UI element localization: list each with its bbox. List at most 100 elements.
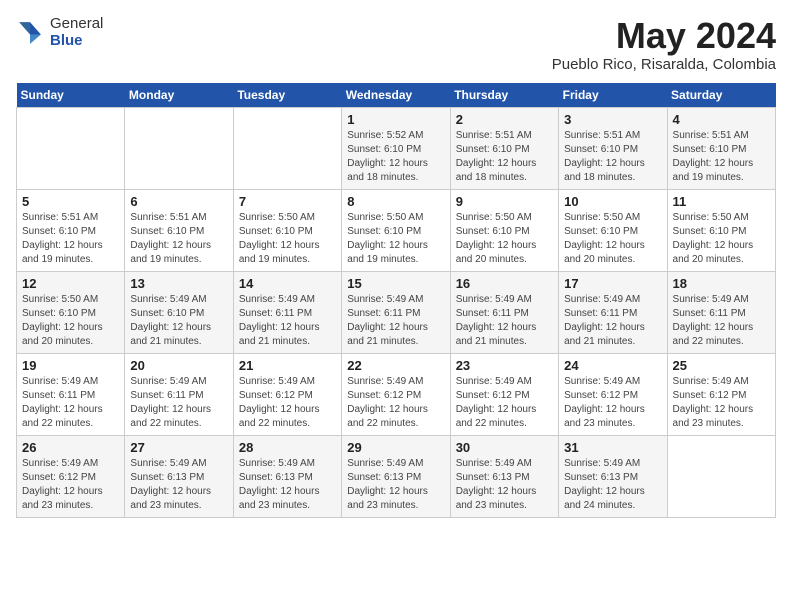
day-number: 14 — [239, 276, 336, 291]
day-info: Sunrise: 5:50 AMSunset: 6:10 PMDaylight:… — [564, 211, 661, 267]
day-info: Sunrise: 5:49 AMSunset: 6:11 PMDaylight:… — [130, 375, 227, 431]
calendar-body: 1 Sunrise: 5:52 AMSunset: 6:10 PMDaylight… — [17, 107, 776, 517]
day-info: Sunrise: 5:49 AMSunset: 6:11 PMDaylight:… — [22, 375, 119, 431]
calendar-cell: 7 Sunrise: 5:50 AMSunset: 6:10 PMDaylight… — [233, 189, 341, 271]
calendar-cell: 23 Sunrise: 5:49 AMSunset: 6:12 PMDayligh… — [450, 353, 558, 435]
weekday-header-tuesday: Tuesday — [233, 83, 341, 108]
day-info: Sunrise: 5:49 AMSunset: 6:10 PMDaylight:… — [130, 293, 227, 349]
day-number: 5 — [22, 194, 119, 209]
day-info: Sunrise: 5:49 AMSunset: 6:12 PMDaylight:… — [347, 375, 444, 431]
day-number: 3 — [564, 112, 661, 127]
calendar-cell: 26 Sunrise: 5:49 AMSunset: 6:12 PMDayligh… — [17, 435, 125, 517]
day-info: Sunrise: 5:52 AMSunset: 6:10 PMDaylight:… — [347, 129, 444, 185]
calendar-cell — [125, 107, 233, 189]
day-info: Sunrise: 5:50 AMSunset: 6:10 PMDaylight:… — [347, 211, 444, 267]
calendar-cell: 19Sunrise: 5:49 AMSunset: 6:11 PMDayligh… — [17, 353, 125, 435]
calendar-cell: 20Sunrise: 5:49 AMSunset: 6:11 PMDayligh… — [125, 353, 233, 435]
day-info: Sunrise: 5:50 AMSunset: 6:10 PMDaylight:… — [673, 211, 770, 267]
day-number: 12 — [22, 276, 119, 291]
calendar-cell: 21 Sunrise: 5:49 AMSunset: 6:12 PMDayligh… — [233, 353, 341, 435]
calendar-title: May 2024 — [552, 16, 776, 56]
weekday-header-friday: Friday — [559, 83, 667, 108]
calendar-cell: 17Sunrise: 5:49 AMSunset: 6:11 PMDayligh… — [559, 271, 667, 353]
day-number: 26 — [22, 440, 119, 455]
day-info: Sunrise: 5:49 AMSunset: 6:13 PMDaylight:… — [564, 457, 661, 513]
calendar-cell: 15 Sunrise: 5:49 AMSunset: 6:11 PMDayligh… — [342, 271, 450, 353]
weekday-row: SundayMondayTuesdayWednesdayThursdayFrid… — [17, 83, 776, 108]
logo: General Blue — [16, 16, 103, 49]
calendar-cell: 27Sunrise: 5:49 AMSunset: 6:13 PMDayligh… — [125, 435, 233, 517]
day-info: Sunrise: 5:49 AMSunset: 6:12 PMDaylight:… — [456, 375, 553, 431]
logo-general-text: General — [50, 16, 103, 33]
day-number: 1 — [347, 112, 444, 127]
calendar-week-row: 19Sunrise: 5:49 AMSunset: 6:11 PMDayligh… — [17, 353, 776, 435]
day-info: Sunrise: 5:49 AMSunset: 6:11 PMDaylight:… — [239, 293, 336, 349]
weekday-header-monday: Monday — [125, 83, 233, 108]
calendar-week-row: 12 Sunrise: 5:50 AMSunset: 6:10 PMDayligh… — [17, 271, 776, 353]
logo-blue-text: Blue — [50, 33, 103, 50]
logo-text: General Blue — [50, 16, 103, 49]
calendar-table: SundayMondayTuesdayWednesdayThursdayFrid… — [16, 83, 776, 518]
day-number: 6 — [130, 194, 227, 209]
calendar-cell: 8 Sunrise: 5:50 AMSunset: 6:10 PMDaylight… — [342, 189, 450, 271]
day-info: Sunrise: 5:51 AMSunset: 6:10 PMDaylight:… — [130, 211, 227, 267]
calendar-cell: 22 Sunrise: 5:49 AMSunset: 6:12 PMDayligh… — [342, 353, 450, 435]
calendar-cell: 18Sunrise: 5:49 AMSunset: 6:11 PMDayligh… — [667, 271, 775, 353]
calendar-cell: 2 Sunrise: 5:51 AMSunset: 6:10 PMDaylight… — [450, 107, 558, 189]
weekday-header-wednesday: Wednesday — [342, 83, 450, 108]
day-info: Sunrise: 5:51 AMSunset: 6:10 PMDaylight:… — [673, 129, 770, 185]
day-info: Sunrise: 5:49 AMSunset: 6:13 PMDaylight:… — [456, 457, 553, 513]
day-info: Sunrise: 5:50 AMSunset: 6:10 PMDaylight:… — [456, 211, 553, 267]
day-info: Sunrise: 5:50 AMSunset: 6:10 PMDaylight:… — [239, 211, 336, 267]
day-number: 13 — [130, 276, 227, 291]
calendar-cell — [17, 107, 125, 189]
day-number: 29 — [347, 440, 444, 455]
weekday-header-thursday: Thursday — [450, 83, 558, 108]
day-number: 23 — [456, 358, 553, 373]
calendar-cell: 24 Sunrise: 5:49 AMSunset: 6:12 PMDayligh… — [559, 353, 667, 435]
calendar-cell: 1 Sunrise: 5:52 AMSunset: 6:10 PMDaylight… — [342, 107, 450, 189]
day-number: 30 — [456, 440, 553, 455]
day-info: Sunrise: 5:51 AMSunset: 6:10 PMDaylight:… — [456, 129, 553, 185]
calendar-cell: 9 Sunrise: 5:50 AMSunset: 6:10 PMDaylight… — [450, 189, 558, 271]
day-info: Sunrise: 5:49 AMSunset: 6:11 PMDaylight:… — [564, 293, 661, 349]
calendar-cell: 28Sunrise: 5:49 AMSunset: 6:13 PMDayligh… — [233, 435, 341, 517]
day-info: Sunrise: 5:49 AMSunset: 6:12 PMDaylight:… — [564, 375, 661, 431]
day-number: 7 — [239, 194, 336, 209]
day-info: Sunrise: 5:49 AMSunset: 6:12 PMDaylight:… — [673, 375, 770, 431]
weekday-header-sunday: Sunday — [17, 83, 125, 108]
calendar-cell: 30 Sunrise: 5:49 AMSunset: 6:13 PMDayligh… — [450, 435, 558, 517]
calendar-cell: 4 Sunrise: 5:51 AMSunset: 6:10 PMDaylight… — [667, 107, 775, 189]
day-number: 22 — [347, 358, 444, 373]
day-info: Sunrise: 5:49 AMSunset: 6:11 PMDaylight:… — [673, 293, 770, 349]
day-info: Sunrise: 5:49 AMSunset: 6:12 PMDaylight:… — [22, 457, 119, 513]
day-number: 16 — [456, 276, 553, 291]
calendar-cell: 6 Sunrise: 5:51 AMSunset: 6:10 PMDaylight… — [125, 189, 233, 271]
day-info: Sunrise: 5:50 AMSunset: 6:10 PMDaylight:… — [22, 293, 119, 349]
day-number: 9 — [456, 194, 553, 209]
title-area: May 2024 Pueblo Rico, Risaralda, Colombi… — [552, 16, 776, 73]
day-number: 15 — [347, 276, 444, 291]
day-number: 21 — [239, 358, 336, 373]
calendar-cell: 5 Sunrise: 5:51 AMSunset: 6:10 PMDaylight… — [17, 189, 125, 271]
day-number: 4 — [673, 112, 770, 127]
day-number: 24 — [564, 358, 661, 373]
calendar-cell: 13 Sunrise: 5:49 AMSunset: 6:10 PMDayligh… — [125, 271, 233, 353]
day-number: 8 — [347, 194, 444, 209]
day-number: 2 — [456, 112, 553, 127]
day-number: 28 — [239, 440, 336, 455]
calendar-cell: 11Sunrise: 5:50 AMSunset: 6:10 PMDayligh… — [667, 189, 775, 271]
logo-icon — [16, 19, 44, 47]
calendar-cell: 12 Sunrise: 5:50 AMSunset: 6:10 PMDayligh… — [17, 271, 125, 353]
calendar-week-row: 26 Sunrise: 5:49 AMSunset: 6:12 PMDayligh… — [17, 435, 776, 517]
weekday-header-saturday: Saturday — [667, 83, 775, 108]
calendar-week-row: 1 Sunrise: 5:52 AMSunset: 6:10 PMDaylight… — [17, 107, 776, 189]
calendar-cell: 16 Sunrise: 5:49 AMSunset: 6:11 PMDayligh… — [450, 271, 558, 353]
calendar-cell: 29Sunrise: 5:49 AMSunset: 6:13 PMDayligh… — [342, 435, 450, 517]
day-info: Sunrise: 5:51 AMSunset: 6:10 PMDaylight:… — [22, 211, 119, 267]
calendar-cell — [233, 107, 341, 189]
day-number: 25 — [673, 358, 770, 373]
day-info: Sunrise: 5:49 AMSunset: 6:11 PMDaylight:… — [456, 293, 553, 349]
day-info: Sunrise: 5:49 AMSunset: 6:11 PMDaylight:… — [347, 293, 444, 349]
day-info: Sunrise: 5:49 AMSunset: 6:12 PMDaylight:… — [239, 375, 336, 431]
